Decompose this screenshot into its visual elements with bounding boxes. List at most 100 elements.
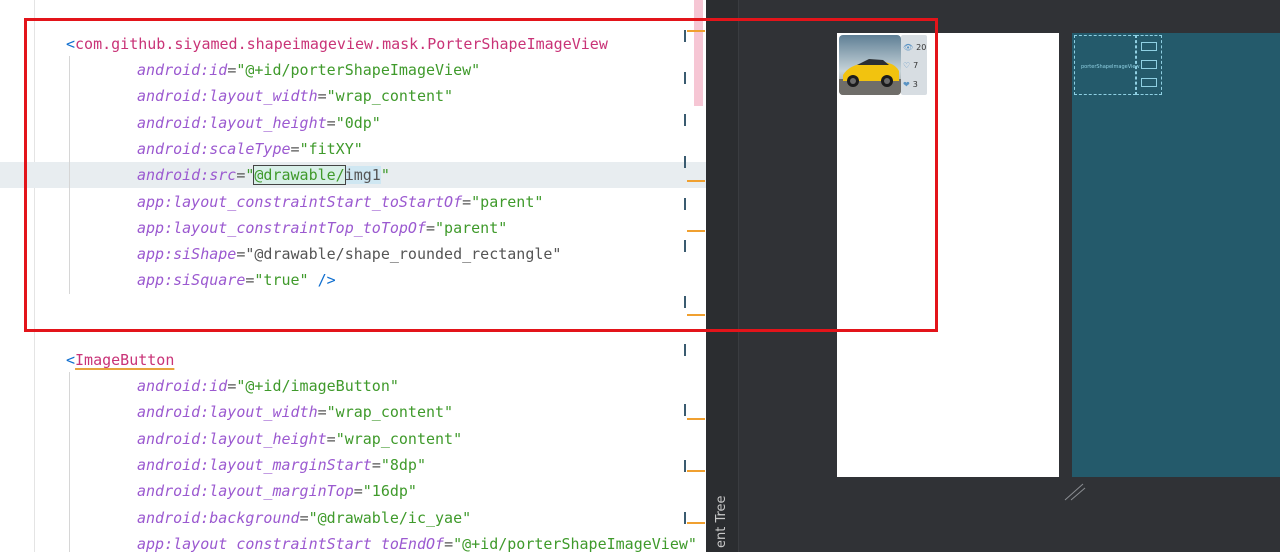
blueprint-icon — [1141, 78, 1157, 87]
attr-colon: : — [200, 429, 210, 448]
code-line-attribute[interactable]: app:layout_constraintStart_toEndOf="@+id… — [137, 531, 697, 552]
attr-value[interactable]: "parent" — [471, 193, 543, 211]
blueprint-icon — [1141, 42, 1157, 51]
design-canvas[interactable]: 👁 20 ♡ 7 ❤ 3 porterShapeImageView — [739, 0, 1280, 552]
attr-namespace: app — [137, 271, 165, 290]
attr-colon: : — [164, 534, 174, 552]
attr-value-resource[interactable]: img1 — [344, 166, 381, 185]
code-line-attribute[interactable]: android:layout_marginTop="16dp" — [137, 478, 417, 504]
blueprint-preview[interactable]: porterShapeImageView — [1072, 33, 1280, 477]
component-tree-tab[interactable]: ent Tree — [714, 495, 729, 548]
attr-name: id — [209, 377, 228, 395]
design-panel[interactable]: ent Tree 👁 20 ♡ 7 ❤ 3 porterShapeImageVi… — [706, 0, 1280, 552]
change-marker[interactable] — [687, 314, 705, 316]
attr-colon: : — [200, 377, 210, 395]
code-line-attribute[interactable]: app:layout_constraintStart_toStartOf="pa… — [137, 189, 543, 215]
change-marker[interactable] — [687, 418, 705, 420]
attr-name: background — [209, 508, 300, 527]
code-line-attribute[interactable]: android:background="@drawable/ic_yae" — [137, 505, 471, 531]
attr-colon: : — [200, 403, 210, 422]
attr-name: layout_marginStart — [209, 455, 372, 474]
margin-guide — [684, 72, 686, 84]
code-line-attribute[interactable]: android:scaleType="fitXY" — [137, 136, 363, 162]
attr-value[interactable]: "@drawable/shape_rounded_rectangle" — [245, 245, 561, 263]
attr-value-quote: " — [380, 166, 390, 185]
change-marker[interactable] — [687, 522, 705, 524]
attr-value[interactable]: "16dp" — [363, 482, 417, 500]
attr-namespace: app — [137, 218, 165, 237]
attr-namespace: android — [137, 455, 201, 474]
attr-equals: = — [299, 508, 309, 527]
eye-icon[interactable]: 👁 — [903, 43, 913, 52]
like-icon[interactable]: ❤ — [903, 80, 910, 89]
error-stripe — [694, 0, 703, 106]
attr-namespace: android — [137, 403, 201, 422]
code-line-attribute[interactable]: android:src="@drawable/img1" — [137, 162, 390, 188]
attr-colon: : — [200, 113, 210, 132]
code-line-attribute[interactable]: app:siSquare="true" /> — [137, 267, 336, 293]
change-marker[interactable] — [687, 180, 705, 182]
code-line-attribute[interactable]: android:id="@+id/imageButton" — [137, 373, 399, 399]
code-line-attribute[interactable]: app:siShape="@drawable/shape_rounded_rec… — [137, 241, 561, 267]
attr-colon: : — [200, 87, 210, 106]
attr-namespace: android — [137, 429, 201, 448]
attr-value[interactable]: "@+id/porterShapeImageView" — [453, 535, 697, 552]
attr-value[interactable]: "fitXY" — [300, 140, 363, 158]
attr-name: siSquare — [173, 271, 246, 290]
attr-colon: : — [200, 455, 210, 474]
xml-code-editor[interactable]: <com.github.siyamed.shapeimageview.mask.… — [0, 0, 706, 552]
car-image-preview[interactable] — [839, 35, 901, 95]
side-tool-strip: ent Tree — [706, 0, 739, 552]
change-marker[interactable] — [687, 470, 705, 472]
attr-equals: = — [444, 534, 454, 552]
attr-equals: = — [462, 192, 472, 211]
attr-value[interactable]: "wrap_content" — [327, 403, 453, 421]
stat-row: 👁 20 — [903, 38, 926, 56]
attr-colon: : — [164, 192, 174, 211]
code-line-tag[interactable]: <ImageButton — [66, 347, 174, 373]
code-line-tag[interactable]: <com.github.siyamed.shapeimageview.mask.… — [66, 31, 608, 57]
code-line-attribute[interactable]: android:id="@+id/porterShapeImageView" — [137, 57, 480, 83]
attr-value[interactable]: "parent" — [435, 219, 507, 237]
attr-value[interactable]: "true" — [254, 271, 308, 289]
attr-value[interactable]: "wrap_content" — [336, 430, 462, 448]
blueprint-icon-group[interactable] — [1136, 35, 1162, 95]
attr-value[interactable]: "@drawable/ic_yae" — [309, 509, 472, 527]
attr-equals: = — [326, 429, 336, 448]
blueprint-image-view[interactable]: porterShapeImageView — [1074, 35, 1140, 95]
stat-count: 3 — [912, 79, 918, 89]
attr-colon: : — [164, 245, 174, 264]
code-line-attribute[interactable]: android:layout_height="wrap_content" — [137, 426, 462, 452]
code-line-attribute[interactable]: android:layout_width="wrap_content" — [137, 83, 453, 109]
attr-value[interactable]: "8dp" — [381, 456, 426, 474]
attr-name: src — [209, 166, 237, 185]
attr-equals: = — [317, 87, 327, 106]
attr-equals: = — [290, 139, 300, 158]
margin-guide — [684, 114, 686, 126]
margin-guide — [684, 296, 686, 308]
code-line-attribute[interactable]: app:layout_constraintTop_toTopOf="parent… — [137, 215, 507, 241]
attr-namespace: android — [137, 61, 201, 79]
resize-handle-icon[interactable] — [1063, 482, 1087, 502]
attr-namespace: android — [137, 166, 201, 185]
attr-name: siShape — [173, 245, 237, 264]
attr-equals: = — [353, 482, 363, 501]
attr-value[interactable]: "wrap_content" — [327, 87, 453, 105]
attr-namespace: app — [137, 245, 165, 264]
code-line-attribute[interactable]: android:layout_marginStart="8dp" — [137, 452, 426, 478]
code-line-attribute[interactable]: android:layout_height="0dp" — [137, 110, 381, 136]
margin-guide — [684, 460, 686, 472]
design-preview-screen[interactable]: 👁 20 ♡ 7 ❤ 3 — [837, 33, 1059, 477]
heart-icon[interactable]: ♡ — [903, 61, 910, 70]
change-marker[interactable] — [687, 230, 705, 232]
change-marker[interactable] — [687, 30, 705, 32]
attr-value[interactable]: "0dp" — [336, 114, 381, 132]
attr-value[interactable]: "@+id/imageButton" — [236, 377, 399, 395]
attr-name: scaleType — [209, 139, 291, 158]
tag-name: com.github.siyamed.shapeimageview.mask.P… — [75, 35, 608, 53]
attr-namespace: android — [137, 482, 201, 501]
attr-value[interactable]: "@+id/porterShapeImageView" — [236, 61, 480, 79]
attr-value-drawable[interactable]: @drawable/ — [253, 165, 346, 186]
stat-count: 20 — [916, 42, 927, 52]
code-line-attribute[interactable]: android:layout_width="wrap_content" — [137, 399, 453, 425]
